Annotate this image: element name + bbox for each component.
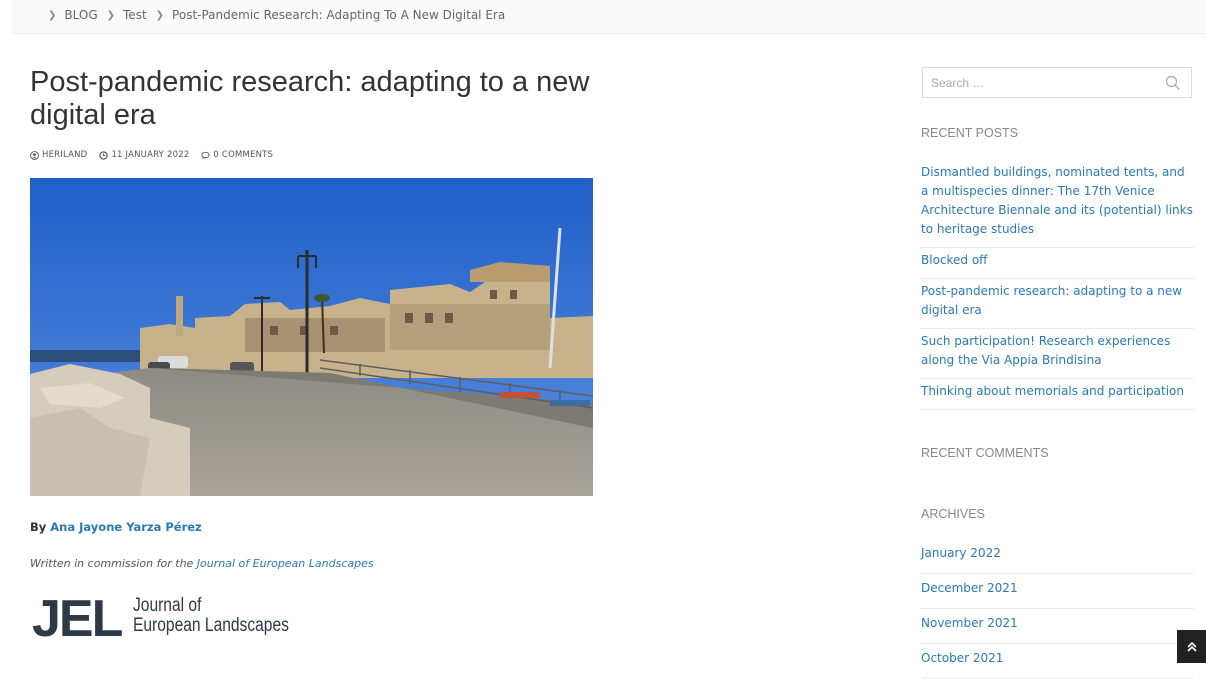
recent-post-link[interactable]: Dismantled buildings, nominated tents, a… [921,163,1194,239]
recent-post-link[interactable]: Such participation! Research experiences… [921,332,1194,370]
commission-note: Written in commission for the Journal of… [30,557,374,570]
list-item: Thinking about memorials and participati… [921,379,1194,410]
archive-link[interactable]: November 2021 [921,616,1018,630]
post-comments[interactable]: 0 COMMENTS [201,150,273,160]
archive-link[interactable]: January 2022 [921,546,1001,560]
clock-icon [99,150,109,160]
chevron-right-icon: ❯ [155,9,165,21]
list-item: November 2021 [921,609,1194,644]
post-meta: HERILAND 11 JANUARY 2022 0 COMMENTS [30,150,285,160]
search-input[interactable] [931,68,1151,97]
double-chevron-up-icon [1186,641,1197,652]
post-author[interactable]: HERILAND [30,150,87,160]
jel-logo-line1: Journal of [133,595,202,616]
jel-logo-text: Journal of European Landscapes [133,596,289,636]
jel-logo: JEL Journal of European Landscapes [32,590,324,648]
list-item: October 2021 [921,644,1194,679]
byline-prefix: By [30,520,51,534]
list-item: Such participation! Research experiences… [921,329,1194,379]
recent-posts-list: Dismantled buildings, nominated tents, a… [921,160,1194,410]
recent-post-link[interactable]: Post-pandemic research: adapting to a ne… [921,282,1194,320]
scroll-to-top-button[interactable] [1177,630,1206,663]
recent-comments-title: RECENT COMMENTS [921,446,1049,460]
post-comments-count[interactable]: 0 COMMENTS [213,150,273,160]
list-item: Dismantled buildings, nominated tents, a… [921,160,1194,248]
list-item: Blocked off [921,248,1194,279]
list-item: Post-pandemic research: adapting to a ne… [921,279,1194,329]
recent-post-link[interactable]: Blocked off [921,251,1194,270]
breadcrumb-link-test[interactable]: Test [123,8,147,22]
breadcrumb-current: Post-Pandemic Research: Adapting To A Ne… [172,8,506,22]
chevron-right-icon: ❯ [48,9,57,21]
list-item: December 2021 [921,574,1194,609]
breadcrumb-link-blog[interactable]: BLOG [64,8,97,22]
archive-link[interactable]: December 2021 [921,581,1018,595]
archives-list: January 2022 December 2021 November 2021… [921,539,1194,679]
recent-post-link[interactable]: Thinking about memorials and participati… [921,382,1194,401]
journal-link[interactable]: Journal of European Landscapes [197,557,374,570]
byline-author-link[interactable]: Ana Jayone Yarza Pérez [50,520,201,534]
search-form [922,67,1192,98]
search-icon[interactable] [1165,75,1181,91]
post-featured-image [30,178,593,496]
post-title: Post-pandemic research: adapting to a ne… [30,66,590,131]
post-date-text: 11 JANUARY 2022 [111,150,190,160]
post-date: 11 JANUARY 2022 [99,150,189,160]
jel-logo-mark: JEL [32,590,123,648]
jel-logo-line2: European Landscapes [133,615,290,636]
chevron-right-icon: ❯ [106,9,116,21]
recent-posts-title: RECENT POSTS [921,126,1019,140]
commission-prefix: Written in commission for the [30,557,197,570]
user-icon [30,150,39,160]
archives-title: ARCHIVES [921,507,985,521]
list-item: January 2022 [921,539,1194,574]
comment-icon [201,151,210,159]
breadcrumb-trail: ❯ BLOG ❯ Test ❯ Post-Pandemic Research: … [48,8,505,22]
post-byline: By Ana Jayone Yarza Pérez [30,520,202,534]
breadcrumb: ❯ BLOG ❯ Test ❯ Post-Pandemic Research: … [12,0,1206,34]
post-author-name[interactable]: HERILAND [42,150,87,160]
